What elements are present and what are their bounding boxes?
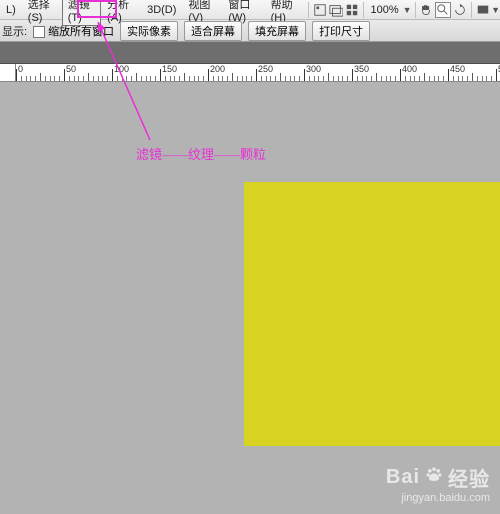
- menu-bar: L) 选择(S) 滤镜(T) 分析(A) 3D(D) 视图(V) 窗口(W) 帮…: [0, 0, 500, 20]
- watermark-brand-b: 经验: [448, 463, 490, 492]
- fit-screen-button[interactable]: 适合屏幕: [184, 21, 242, 41]
- history-icon[interactable]: [329, 2, 343, 18]
- zoom-all-windows-option[interactable]: 缩放所有窗口: [33, 23, 114, 39]
- watermark-brand-a: Bai: [386, 466, 420, 489]
- hand-tool-icon[interactable]: [419, 2, 433, 18]
- menu-separator: [363, 2, 364, 18]
- menu-separator: [415, 2, 416, 18]
- options-hint-label: 显示:: [2, 23, 27, 39]
- yellow-rectangle-layer[interactable]: [244, 182, 500, 446]
- actual-pixels-button[interactable]: 实际像素: [120, 21, 178, 41]
- zoom-all-windows-label: 缩放所有窗口: [48, 26, 114, 38]
- zoom-level[interactable]: 100%: [367, 4, 403, 16]
- menu-item-layer[interactable]: L): [0, 2, 22, 18]
- ruler-origin[interactable]: [0, 64, 16, 82]
- rotate-icon[interactable]: [453, 2, 467, 18]
- menu-item-3d[interactable]: 3D(D): [141, 2, 182, 18]
- watermark-url: jingyan.baidu.com: [386, 492, 490, 504]
- menu-separator: [308, 2, 309, 18]
- document-tab-strip: [0, 42, 500, 64]
- checkbox-icon[interactable]: [33, 26, 45, 38]
- zoom-tool-icon[interactable]: [435, 2, 451, 18]
- annotation-text: 滤镜——纹理——颗粒: [136, 144, 266, 163]
- grid-icon[interactable]: [345, 2, 359, 18]
- screen-mode-icon[interactable]: [476, 2, 490, 18]
- watermark: Bai 经验 jingyan.baidu.com: [386, 463, 490, 504]
- horizontal-ruler: 050100150200250300350400450500550: [0, 64, 500, 82]
- menu-separator: [471, 2, 472, 18]
- paw-icon: [424, 465, 444, 491]
- print-size-button[interactable]: 打印尺寸: [312, 21, 370, 41]
- fill-screen-button[interactable]: 填充屏幕: [248, 21, 306, 41]
- launch-bridge-icon[interactable]: [313, 2, 327, 18]
- options-bar: 显示: 缩放所有窗口 实际像素 适合屏幕 填充屏幕 打印尺寸: [0, 20, 500, 42]
